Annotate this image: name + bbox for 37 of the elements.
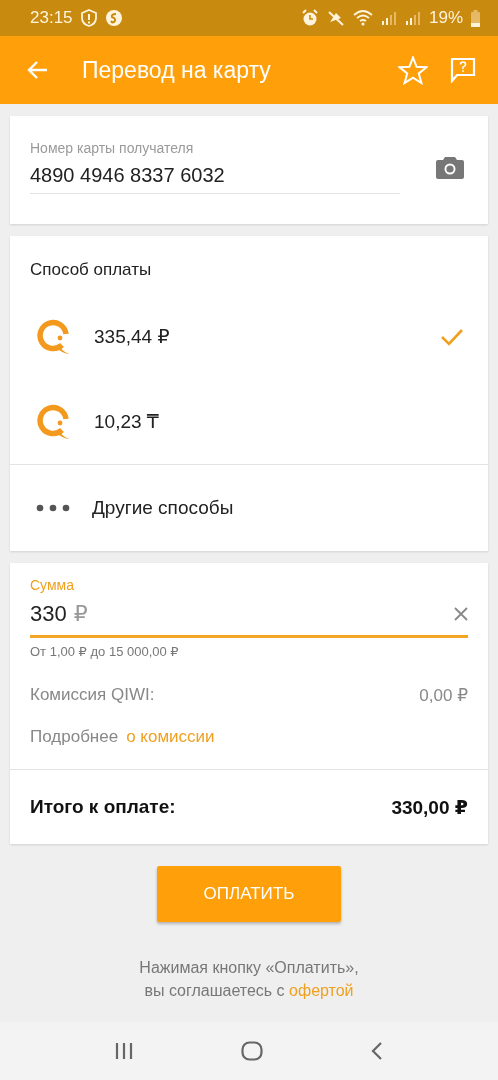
battery-percent: 19% [428, 8, 463, 28]
commission-value: 0,00 ₽ [419, 685, 468, 706]
camera-icon [436, 155, 464, 179]
qiwi-logo-icon [36, 317, 72, 356]
shield-icon [80, 9, 97, 27]
status-time: 23:15 [30, 8, 73, 28]
signal-icon [380, 10, 397, 26]
amount-field[interactable]: 330 ₽ [30, 593, 468, 638]
help-icon [450, 57, 476, 83]
home-icon [241, 1041, 263, 1061]
recent-apps-icon [113, 1042, 134, 1060]
qiwi-logo-icon [36, 402, 72, 441]
clear-button[interactable] [454, 607, 468, 621]
payment-method-row[interactable]: 335,44 ₽ [10, 294, 488, 379]
app-logo-icon [104, 9, 123, 27]
amount-label: Сумма [30, 577, 75, 593]
back-arrow-icon [26, 60, 48, 80]
star-icon [398, 55, 428, 85]
total-label: Итого к оплате: [30, 796, 176, 818]
mute-icon [326, 9, 345, 27]
battery-icon [471, 9, 480, 27]
more-icon [36, 504, 70, 512]
card-number-field[interactable]: Номер карты получателя 4890 4946 8337 6032 [30, 140, 400, 194]
details-label: Подробнее [30, 727, 119, 747]
commission-label: Комиссия QIWI: [30, 685, 155, 706]
wifi-icon [352, 9, 373, 27]
payment-method-row[interactable]: 10,23 ₸ [10, 379, 488, 464]
payment-method-row[interactable]: Другие способы [10, 464, 488, 551]
amount-hint: От 1,00 ₽ до 15 000,00 ₽ [30, 644, 180, 659]
back-chevron-icon [370, 1041, 385, 1061]
disclaimer-text: Нажимая кнопку «Оплатить», вы соглашаетесь с офертой [138, 958, 360, 1001]
close-icon [454, 607, 468, 621]
signal-icon [404, 10, 421, 26]
section-title: Способ оплаты [29, 259, 153, 281]
screen-title: Перевод на карту [82, 56, 272, 84]
alarm-icon [300, 9, 319, 27]
total-value: 330,00 ₽ [391, 795, 468, 819]
